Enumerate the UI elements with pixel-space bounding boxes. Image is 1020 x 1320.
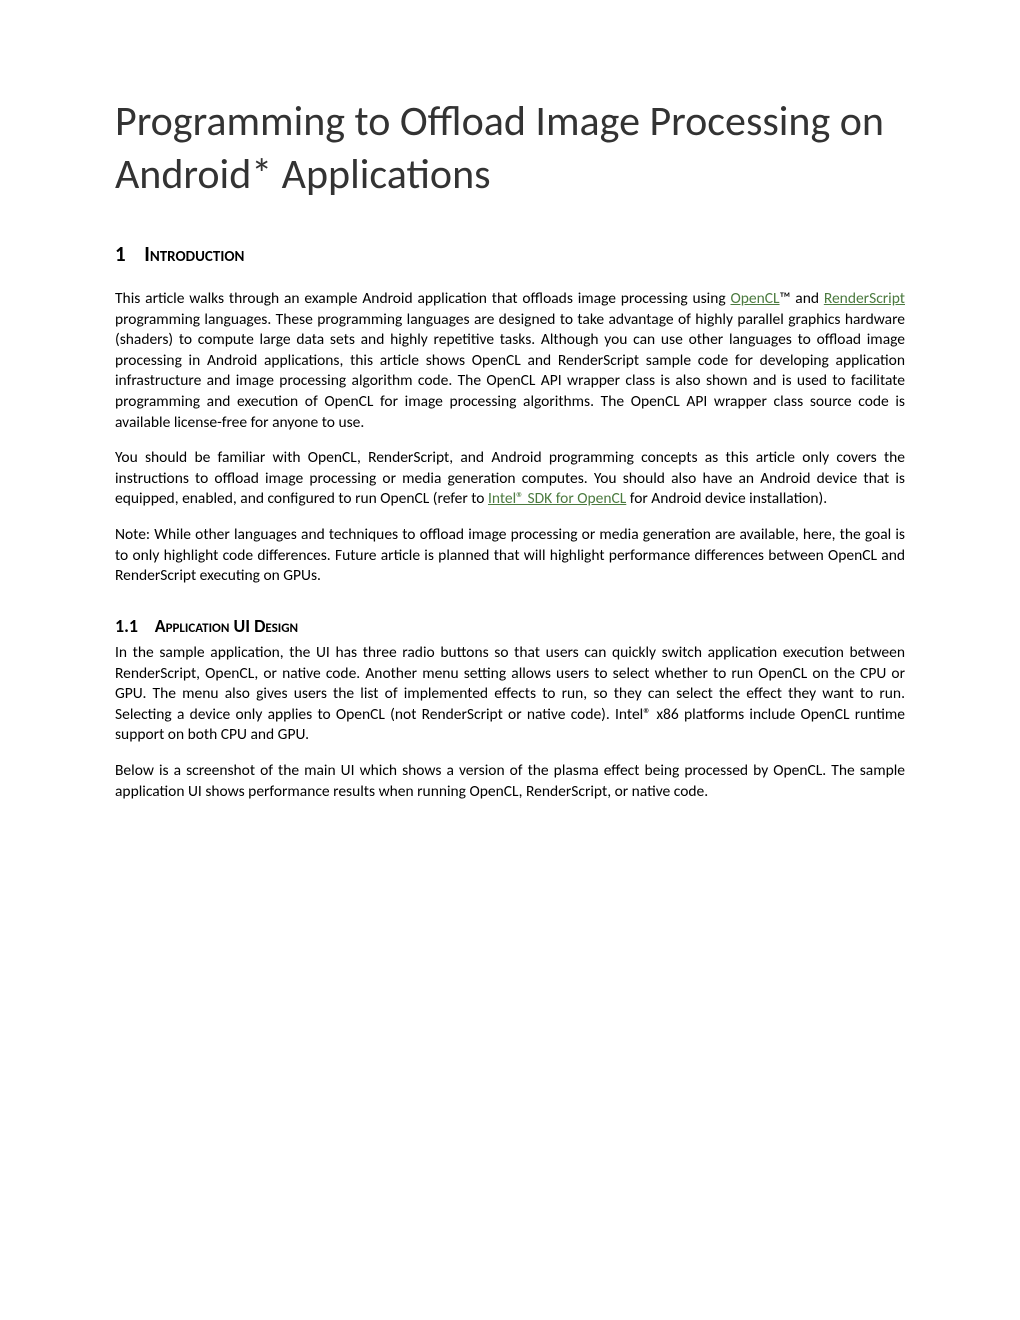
subsection-heading: Application UI Design xyxy=(155,615,298,637)
paragraph-4: In the sample application, the UI has th… xyxy=(115,643,905,746)
link-opencl[interactable]: OpenCL xyxy=(730,289,779,308)
section-heading-row: 1 Introduction xyxy=(115,241,905,267)
paragraph-1: This article walks through an example An… xyxy=(115,289,905,433)
link-renderscript[interactable]: RenderScript xyxy=(824,289,905,308)
paragraph-5: Below is a screenshot of the main UI whi… xyxy=(115,761,905,802)
subsection-number: 1.1 xyxy=(115,615,138,637)
paragraph-3: Note: While other languages and techniqu… xyxy=(115,525,905,587)
link-intel-sdk[interactable]: Intel® SDK for OpenCL xyxy=(488,489,626,508)
section-heading: Introduction xyxy=(144,241,244,267)
text-fragment: programming languages. These programming… xyxy=(115,310,905,432)
section-number: 1 xyxy=(115,241,126,267)
text-fragment: for Android device installation). xyxy=(626,489,827,508)
text-fragment: ™ and xyxy=(780,289,824,308)
paragraph-2: You should be familiar with OpenCL, Rend… xyxy=(115,448,905,510)
text-fragment: This article walks through an example An… xyxy=(115,289,730,308)
document-title: Programming to Offload Image Processing … xyxy=(115,96,905,201)
subsection-heading-row: 1.1 Application UI Design xyxy=(115,615,905,637)
